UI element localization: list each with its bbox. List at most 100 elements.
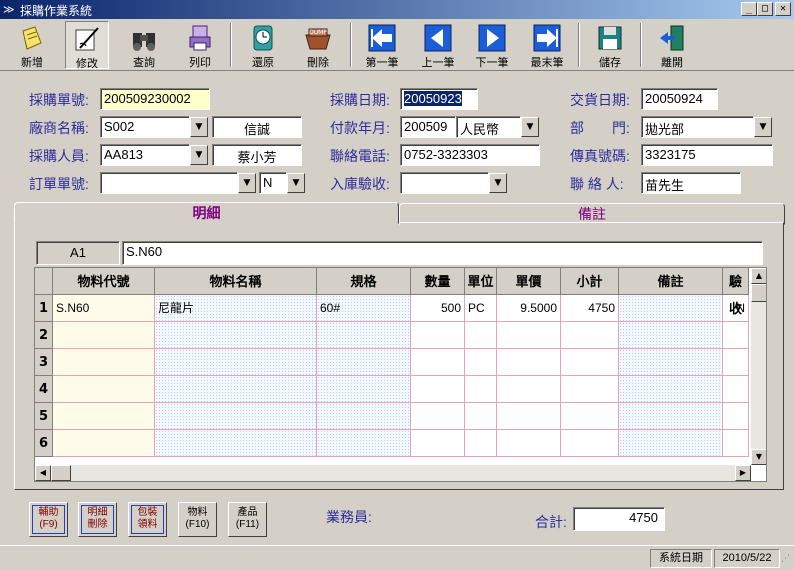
- grid-cell-remark[interactable]: [619, 376, 723, 403]
- delivery-date-field[interactable]: 20050924: [641, 88, 718, 110]
- grid-cell-unit-price[interactable]: [497, 322, 561, 349]
- grid-cell-unit[interactable]: [465, 322, 497, 349]
- toolbar-edit-button[interactable]: 修改: [65, 21, 109, 70]
- grid-cell-inspect[interactable]: [723, 349, 749, 376]
- grid-cell-quantity[interactable]: [411, 322, 465, 349]
- grid-cell-unit[interactable]: [465, 376, 497, 403]
- col-header-material-code[interactable]: 物料代號: [53, 268, 155, 295]
- grid-cell-subtotal[interactable]: [561, 403, 619, 430]
- grid-cell-subtotal[interactable]: [561, 430, 619, 457]
- grid-cell-inspect[interactable]: [723, 430, 749, 457]
- grid-cell-inspect[interactable]: [723, 403, 749, 430]
- grid-cell-subtotal[interactable]: 4750: [561, 295, 619, 322]
- grid-cell-quantity[interactable]: [411, 403, 465, 430]
- row-header[interactable]: 2: [35, 322, 53, 349]
- scroll-down-icon[interactable]: ▼: [751, 449, 766, 465]
- po-flag-select[interactable]: N: [259, 172, 287, 194]
- grid-cell-quantity[interactable]: [411, 376, 465, 403]
- vertical-scroll-thumb[interactable]: [751, 284, 766, 302]
- grid-cell-spec[interactable]: [317, 376, 411, 403]
- scroll-up-icon[interactable]: ▲: [751, 268, 766, 284]
- dept-dropdown-button[interactable]: ▼: [754, 117, 772, 137]
- minimize-button[interactable]: _: [741, 2, 757, 16]
- pay-month-field[interactable]: 200509: [400, 116, 456, 138]
- grid-cell-unit-price[interactable]: [497, 376, 561, 403]
- grid-cell-remark[interactable]: [619, 430, 723, 457]
- col-header-inspect[interactable]: 驗收: [723, 268, 749, 316]
- toolbar-save-button[interactable]: 儲存: [588, 21, 632, 69]
- po-dropdown-button[interactable]: ▼: [238, 173, 256, 193]
- grid-cell-subtotal[interactable]: [561, 322, 619, 349]
- toolbar-print-button[interactable]: 列印: [178, 21, 222, 69]
- col-header-spec[interactable]: 規格: [317, 268, 411, 295]
- close-button[interactable]: ✕: [775, 2, 791, 16]
- grid-cell-unit-price[interactable]: 9.5000: [497, 295, 561, 322]
- buyer-dropdown-button[interactable]: ▼: [190, 145, 208, 165]
- horizontal-scrollbar[interactable]: [35, 465, 751, 481]
- contact-field[interactable]: 苗先生: [641, 172, 741, 194]
- grid-cell-unit-price[interactable]: [497, 349, 561, 376]
- vendor-dropdown-button[interactable]: ▼: [190, 117, 208, 137]
- packing-material-button[interactable]: 包裝 領料: [128, 502, 167, 537]
- grid-cell-material-name[interactable]: [155, 322, 317, 349]
- grid-cell-remark[interactable]: [619, 322, 723, 349]
- row-header[interactable]: 3: [35, 349, 53, 376]
- col-header-material-name[interactable]: 物料名稱: [155, 268, 317, 295]
- grid-cell-subtotal[interactable]: [561, 349, 619, 376]
- toolbar-delete-button[interactable]: DUMP 刪除: [296, 21, 340, 69]
- grid-cell-quantity[interactable]: 500: [411, 295, 465, 322]
- grid-cell-unit-price[interactable]: [497, 430, 561, 457]
- grid-cell-spec[interactable]: [317, 322, 411, 349]
- grid-cell-material-name[interactable]: 尼龍片: [155, 295, 317, 322]
- buyer-code-field[interactable]: AA813: [100, 144, 190, 166]
- grid-cell-material-name[interactable]: [155, 349, 317, 376]
- grid-cell-remark[interactable]: [619, 295, 723, 322]
- phone-field[interactable]: 0752-3323303: [400, 144, 540, 166]
- col-header-unit[interactable]: 單位: [465, 268, 497, 295]
- toolbar-exit-button[interactable]: 離開: [650, 21, 694, 69]
- grid-cell-unit-price[interactable]: [497, 403, 561, 430]
- grid-cell-spec[interactable]: 60#: [317, 295, 411, 322]
- toolbar-last-button[interactable]: 最末筆: [525, 21, 569, 69]
- grid-cell-unit[interactable]: [465, 430, 497, 457]
- scroll-left-icon[interactable]: ◀: [35, 465, 51, 481]
- row-header[interactable]: 4: [35, 376, 53, 403]
- grid-cell-material-code[interactable]: S.N60: [53, 295, 155, 322]
- toolbar-restore-button[interactable]: 還原: [241, 21, 285, 69]
- grid-cell-material-code[interactable]: [53, 430, 155, 457]
- grid-cell-remark[interactable]: [619, 349, 723, 376]
- toolbar-first-button[interactable]: 第一筆: [360, 21, 404, 69]
- fax-field[interactable]: 3323175: [641, 144, 773, 166]
- row-header[interactable]: 6: [35, 430, 53, 457]
- col-header-remark[interactable]: 備註: [619, 268, 723, 295]
- grid-cell-inspect[interactable]: [723, 376, 749, 403]
- grid-cell-unit[interactable]: [465, 349, 497, 376]
- grid-cell-quantity[interactable]: [411, 430, 465, 457]
- grid-cell-quantity[interactable]: [411, 349, 465, 376]
- row-header[interactable]: 5: [35, 403, 53, 430]
- grid-cell-spec[interactable]: [317, 403, 411, 430]
- product-button[interactable]: 產品 (F11): [228, 502, 267, 537]
- po-flag-dropdown-button[interactable]: ▼: [287, 173, 305, 193]
- toolbar-prev-button[interactable]: 上一筆: [416, 21, 460, 69]
- assist-button[interactable]: 輔助 (F9): [29, 502, 68, 537]
- grid-cell-inspect[interactable]: [723, 322, 749, 349]
- detail-grid[interactable]: 物料代號 物料名稱 規格 數量 單位 單價 小計 備註 驗收 1 S.N60 尼龍片 60# 500 PC 9…: [34, 267, 767, 482]
- currency-select[interactable]: 人民幣: [456, 116, 521, 138]
- toolbar-next-button[interactable]: 下一筆: [470, 21, 514, 69]
- grid-cell-material-name[interactable]: [155, 430, 317, 457]
- vendor-name-field[interactable]: 信誠: [212, 116, 302, 138]
- vendor-code-field[interactable]: S002: [100, 116, 190, 138]
- grid-cell-spec[interactable]: [317, 430, 411, 457]
- order-date-field[interactable]: 20050923: [400, 88, 478, 110]
- tab-detail[interactable]: 明細: [14, 202, 399, 224]
- grid-cell-material-code[interactable]: [53, 349, 155, 376]
- po-field[interactable]: [100, 172, 238, 194]
- grid-cell-material-code[interactable]: [53, 322, 155, 349]
- resize-grip-icon[interactable]: ⋰: [781, 554, 793, 568]
- toolbar-new-button[interactable]: 新增: [10, 21, 54, 69]
- col-header-unit-price[interactable]: 單價: [497, 268, 561, 295]
- grid-cell-subtotal[interactable]: [561, 376, 619, 403]
- cell-value-field[interactable]: S.N60: [122, 241, 763, 265]
- col-header-subtotal[interactable]: 小計: [561, 268, 619, 295]
